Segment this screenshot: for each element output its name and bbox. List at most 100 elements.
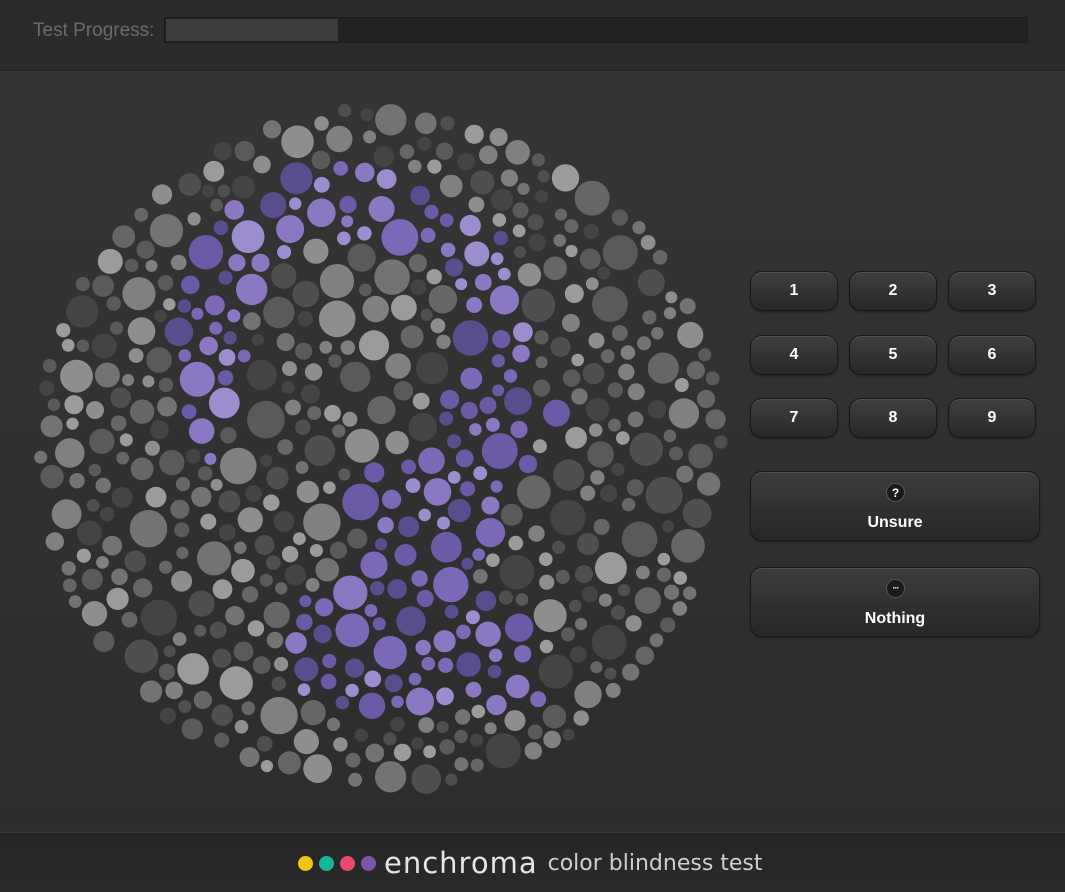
background-dot [157, 396, 177, 417]
background-dot [260, 760, 273, 773]
background-dot [663, 429, 677, 443]
footer: enchroma color blindness test [0, 832, 1065, 892]
background-dot [632, 221, 646, 235]
figure-dot [481, 496, 500, 515]
background-dot [649, 633, 664, 647]
background-dot [266, 631, 284, 649]
figure-dot [335, 613, 370, 648]
figure-dot [339, 195, 357, 214]
background-dot [539, 574, 555, 590]
background-dot [571, 388, 588, 405]
background-dot [69, 473, 85, 489]
background-dot [705, 371, 720, 386]
answer-button-4[interactable]: 4 [750, 335, 838, 375]
background-dot [645, 476, 683, 514]
background-dot [673, 571, 688, 585]
background-dot [411, 737, 424, 750]
background-dot [214, 732, 230, 748]
figure-dot [489, 285, 519, 315]
background-dot [504, 710, 526, 732]
background-dot [423, 745, 436, 759]
background-dot [66, 417, 79, 430]
figure-dot [376, 169, 397, 189]
figure-dot [315, 598, 334, 617]
figure-dot [459, 214, 481, 237]
figure-dot [447, 434, 462, 449]
background-dot [571, 353, 584, 367]
figure-dot [530, 691, 547, 708]
background-dot [81, 568, 103, 590]
background-dot [200, 513, 217, 530]
background-dot [686, 361, 705, 380]
figure-dot [297, 683, 311, 696]
background-dot [76, 339, 90, 353]
background-dot [531, 153, 545, 167]
background-dot [181, 718, 203, 740]
answer-button-5[interactable]: 5 [849, 335, 937, 375]
figure-dot [461, 557, 474, 570]
background-dot [470, 170, 495, 195]
background-dot [512, 202, 529, 219]
background-dot [97, 248, 123, 274]
answer-button-3[interactable]: 3 [948, 271, 1036, 311]
background-dot [292, 280, 320, 308]
brand-dot-yellow [298, 855, 313, 871]
background-dot [589, 423, 603, 437]
background-dot [664, 584, 680, 600]
background-dot [580, 485, 596, 501]
nothing-label: Nothing [864, 610, 926, 627]
background-dot [469, 733, 484, 747]
background-dot [435, 142, 454, 160]
figure-dot [231, 220, 265, 254]
figure-dot [364, 670, 382, 688]
figure-dot [503, 369, 518, 383]
background-dot [634, 587, 662, 614]
answer-button-2[interactable]: 2 [849, 271, 937, 311]
background-dot [533, 599, 567, 633]
nothing-button[interactable]: ··· Nothing [750, 567, 1040, 637]
background-dot [714, 435, 728, 449]
background-dot [627, 411, 644, 428]
figure-dot [460, 481, 476, 497]
background-dot [583, 223, 599, 240]
background-dot [374, 761, 407, 793]
answer-button-1[interactable]: 1 [750, 271, 838, 311]
figure-dot [513, 645, 532, 663]
background-dot [669, 446, 683, 461]
background-dot [642, 310, 657, 325]
background-dot [55, 438, 85, 468]
background-dot [247, 400, 285, 439]
answer-button-label: 5 [888, 346, 898, 363]
background-dot [679, 298, 696, 315]
answer-button-7[interactable]: 7 [750, 398, 838, 438]
background-dot [276, 333, 295, 351]
figure-dot [460, 367, 483, 390]
answer-button-6[interactable]: 6 [948, 335, 1036, 375]
background-dot [233, 641, 254, 662]
background-dot [133, 578, 153, 598]
background-dot [163, 298, 176, 311]
unsure-button[interactable]: ? Unsure [750, 471, 1040, 541]
background-dot [61, 338, 75, 352]
background-dot [656, 567, 672, 582]
background-dot [528, 525, 545, 542]
answer-button-8[interactable]: 8 [849, 398, 937, 438]
figure-dot [344, 658, 365, 678]
background-dot [637, 336, 651, 351]
figure-dot [227, 309, 241, 323]
background-dot [211, 704, 234, 726]
answer-button-9[interactable]: 9 [948, 398, 1036, 438]
background-dot [263, 296, 295, 329]
background-dot [277, 751, 301, 775]
figure-dot [405, 478, 421, 493]
background-dot [254, 535, 275, 555]
background-dot [340, 340, 355, 355]
figure-dot [543, 399, 570, 427]
background-dot [620, 345, 636, 360]
background-dot [296, 480, 320, 503]
background-dot [304, 435, 336, 467]
background-dot [535, 189, 548, 203]
background-dot [271, 676, 286, 691]
figure-dot [280, 162, 313, 195]
background-dot [303, 503, 341, 541]
